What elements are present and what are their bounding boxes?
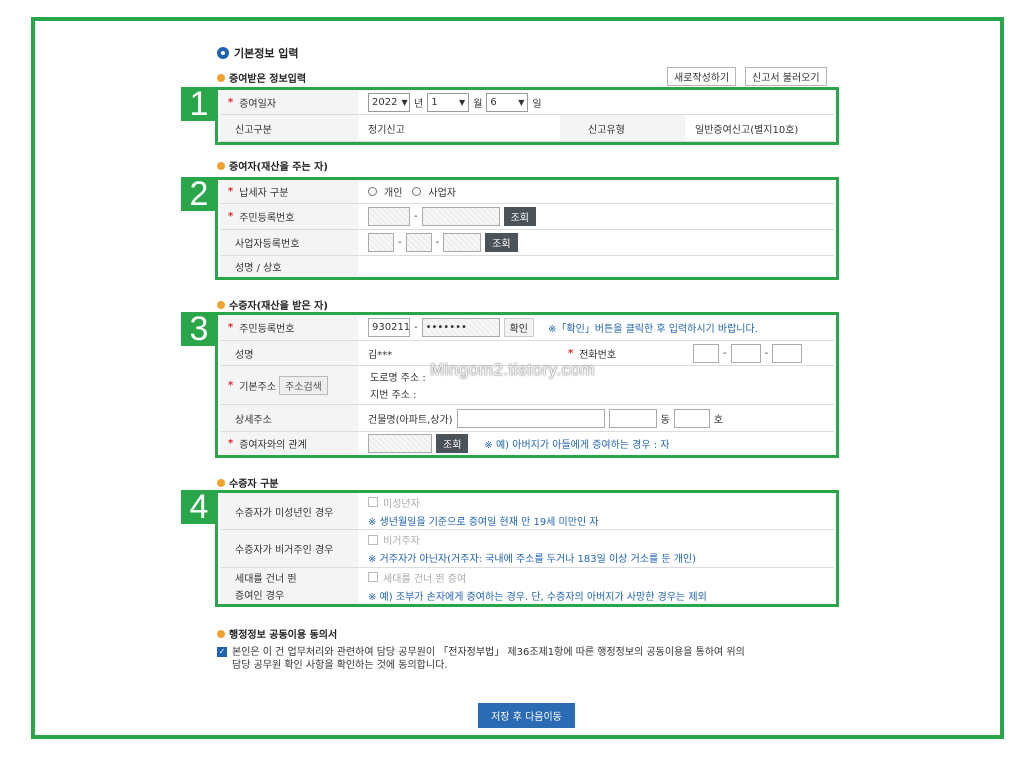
donor-name-label: 성명 / 상호 [220, 256, 358, 277]
orange-dot-icon [217, 73, 225, 82]
donor-resident-label: 주민등록번호 [220, 204, 358, 229]
business-no-1-input[interactable] [368, 233, 394, 252]
page-title: 기본정보 입력 [217, 45, 299, 61]
detail-address-label: 상세주소 [220, 405, 358, 431]
year-select[interactable]: 2022 ▼ [368, 92, 410, 112]
section-title-recipient: 수증자(재산을 받은 자) [217, 297, 328, 312]
taxpayer-type-label: 납세자 구분 [220, 180, 358, 203]
generation-skip-checkbox[interactable] [368, 572, 378, 582]
report-type-value: 정기신고 [368, 124, 405, 136]
section-title-donor: 증여자(재산을 주는 자) [217, 158, 328, 173]
donor-name-row: 성명 / 상호 [220, 256, 834, 277]
report-type-label: 신고구분 [220, 115, 358, 141]
generation-skip-label: 세대를 건너 뛴 증여인 경우 [220, 568, 358, 604]
minor-label: 수증자가 미성년인 경우 [220, 493, 358, 529]
taxpayer-type-row: 납세자 구분 개인 사업자 [220, 180, 834, 204]
nonresident-label: 수증자가 비거주인 경우 [220, 530, 358, 567]
chevron-down-icon: ▼ [518, 97, 525, 107]
section-title-classification: 수증자 구분 [217, 475, 278, 490]
dong-input[interactable] [673, 408, 710, 428]
phone-2-input[interactable] [730, 343, 761, 363]
address-search-button[interactable]: 주소검색 [279, 375, 328, 395]
section-title-consent: 행정정보 공동이용 동의서 [217, 626, 337, 641]
donor-resident-front-input[interactable] [368, 207, 410, 226]
relation-lookup-button[interactable]: 조회 [436, 434, 469, 453]
watermark: Mingom2.tistory.com [430, 360, 596, 379]
section-title-gift-info: 증여받은 정보입력 [217, 70, 306, 85]
report-type-row: 신고구분 정기신고 신고유형 일반증여신고(별지10호) [220, 115, 834, 142]
marker-1: 1 [181, 87, 217, 121]
nonresident-checkbox[interactable] [368, 534, 378, 545]
marker-2: 2 [181, 177, 217, 211]
load-report-button[interactable]: 신고서 불러오기 [745, 67, 827, 86]
relation-label: 증여자와의 관계 [220, 432, 358, 455]
radio-business[interactable] [412, 187, 422, 196]
recipient-resident-front-input[interactable]: 930211 [368, 318, 410, 337]
circle-bullet-icon [217, 47, 229, 59]
business-no-2-input[interactable] [405, 233, 432, 252]
building-name-input[interactable] [456, 408, 605, 428]
orange-dot-icon [217, 629, 225, 638]
relation-row: 증여자와의 관계 조회 ※ 예) 아버지가 아들에게 증여하는 경우 : 자 [220, 432, 834, 455]
gift-date-row: 증여일자 2022▼ 년 1▼ 월 6▼ 일 [220, 90, 834, 115]
save-next-button[interactable]: 저장 후 다음이동 [478, 703, 575, 728]
minor-row: 수증자가 미성년인 경우 미성년자 ※ 생년월일을 기준으로 증여일 현재 만 … [220, 493, 834, 530]
business-lookup-button[interactable]: 조회 [485, 233, 518, 252]
new-button[interactable]: 새로작성하기 [667, 67, 737, 86]
orange-dot-icon [217, 300, 225, 309]
gift-date-label: 증여일자 [220, 90, 358, 114]
donor-resident-row: 주민등록번호 - 조회 [220, 204, 834, 230]
minor-checkbox[interactable] [368, 497, 378, 507]
recipient-resident-label: 주민등록번호 [220, 315, 358, 340]
marker-4: 4 [181, 490, 217, 524]
chevron-down-icon: ▼ [459, 97, 466, 107]
nonresident-row: 수증자가 비거주인 경우 비거주자 ※ 거주자가 아닌자(거주자: 국내에 주소… [220, 530, 834, 568]
building-extra-input[interactable] [608, 408, 657, 428]
day-select[interactable]: 6 ▼ [486, 92, 529, 112]
generation-skip-row: 세대를 건너 뛴 증여인 경우 세대를 건너 뛴 증여 ※ 예) 조부가 손자에… [220, 568, 834, 604]
chevron-down-icon: ▼ [401, 97, 408, 107]
donor-lookup-button[interactable]: 조회 [503, 207, 537, 226]
detail-address-row: 상세주소 건물명(아파트,상가) 동 호 [220, 405, 834, 432]
radio-individual[interactable] [368, 187, 377, 196]
confirm-button[interactable]: 확인 [503, 318, 535, 337]
address-label: 기본주소 주소검색 [220, 366, 358, 404]
donor-business-label: 사업자등록번호 [220, 230, 358, 255]
marker-3: 3 [181, 312, 217, 346]
consent-checkbox[interactable]: ✓ [217, 647, 227, 657]
report-kind-label: 신고유형 [560, 115, 685, 141]
relation-input[interactable] [368, 434, 432, 453]
recipient-resident-back-input[interactable]: ••••••• [421, 318, 500, 337]
donor-business-row: 사업자등록번호 - - 조회 [220, 230, 834, 256]
month-select[interactable]: 1 ▼ [427, 92, 470, 112]
business-no-3-input[interactable] [443, 233, 482, 252]
phone-1-input[interactable] [693, 343, 719, 363]
recipient-resident-row: 주민등록번호 930211 - ••••••• 확인 ※「확인」버튼을 클릭한 … [220, 315, 834, 341]
recipient-name-label: 성명 [220, 341, 358, 365]
report-kind-value: 일반증여신고(별지10호) [695, 124, 799, 136]
orange-dot-icon [217, 161, 225, 170]
consent-block: ✓ 본인은 이 건 업무처리와 관련하여 담당 공무원이 「전자정부법」 제36… [217, 647, 745, 671]
phone-3-input[interactable] [772, 343, 803, 363]
donor-resident-back-input[interactable] [421, 207, 500, 226]
orange-dot-icon [217, 478, 225, 487]
